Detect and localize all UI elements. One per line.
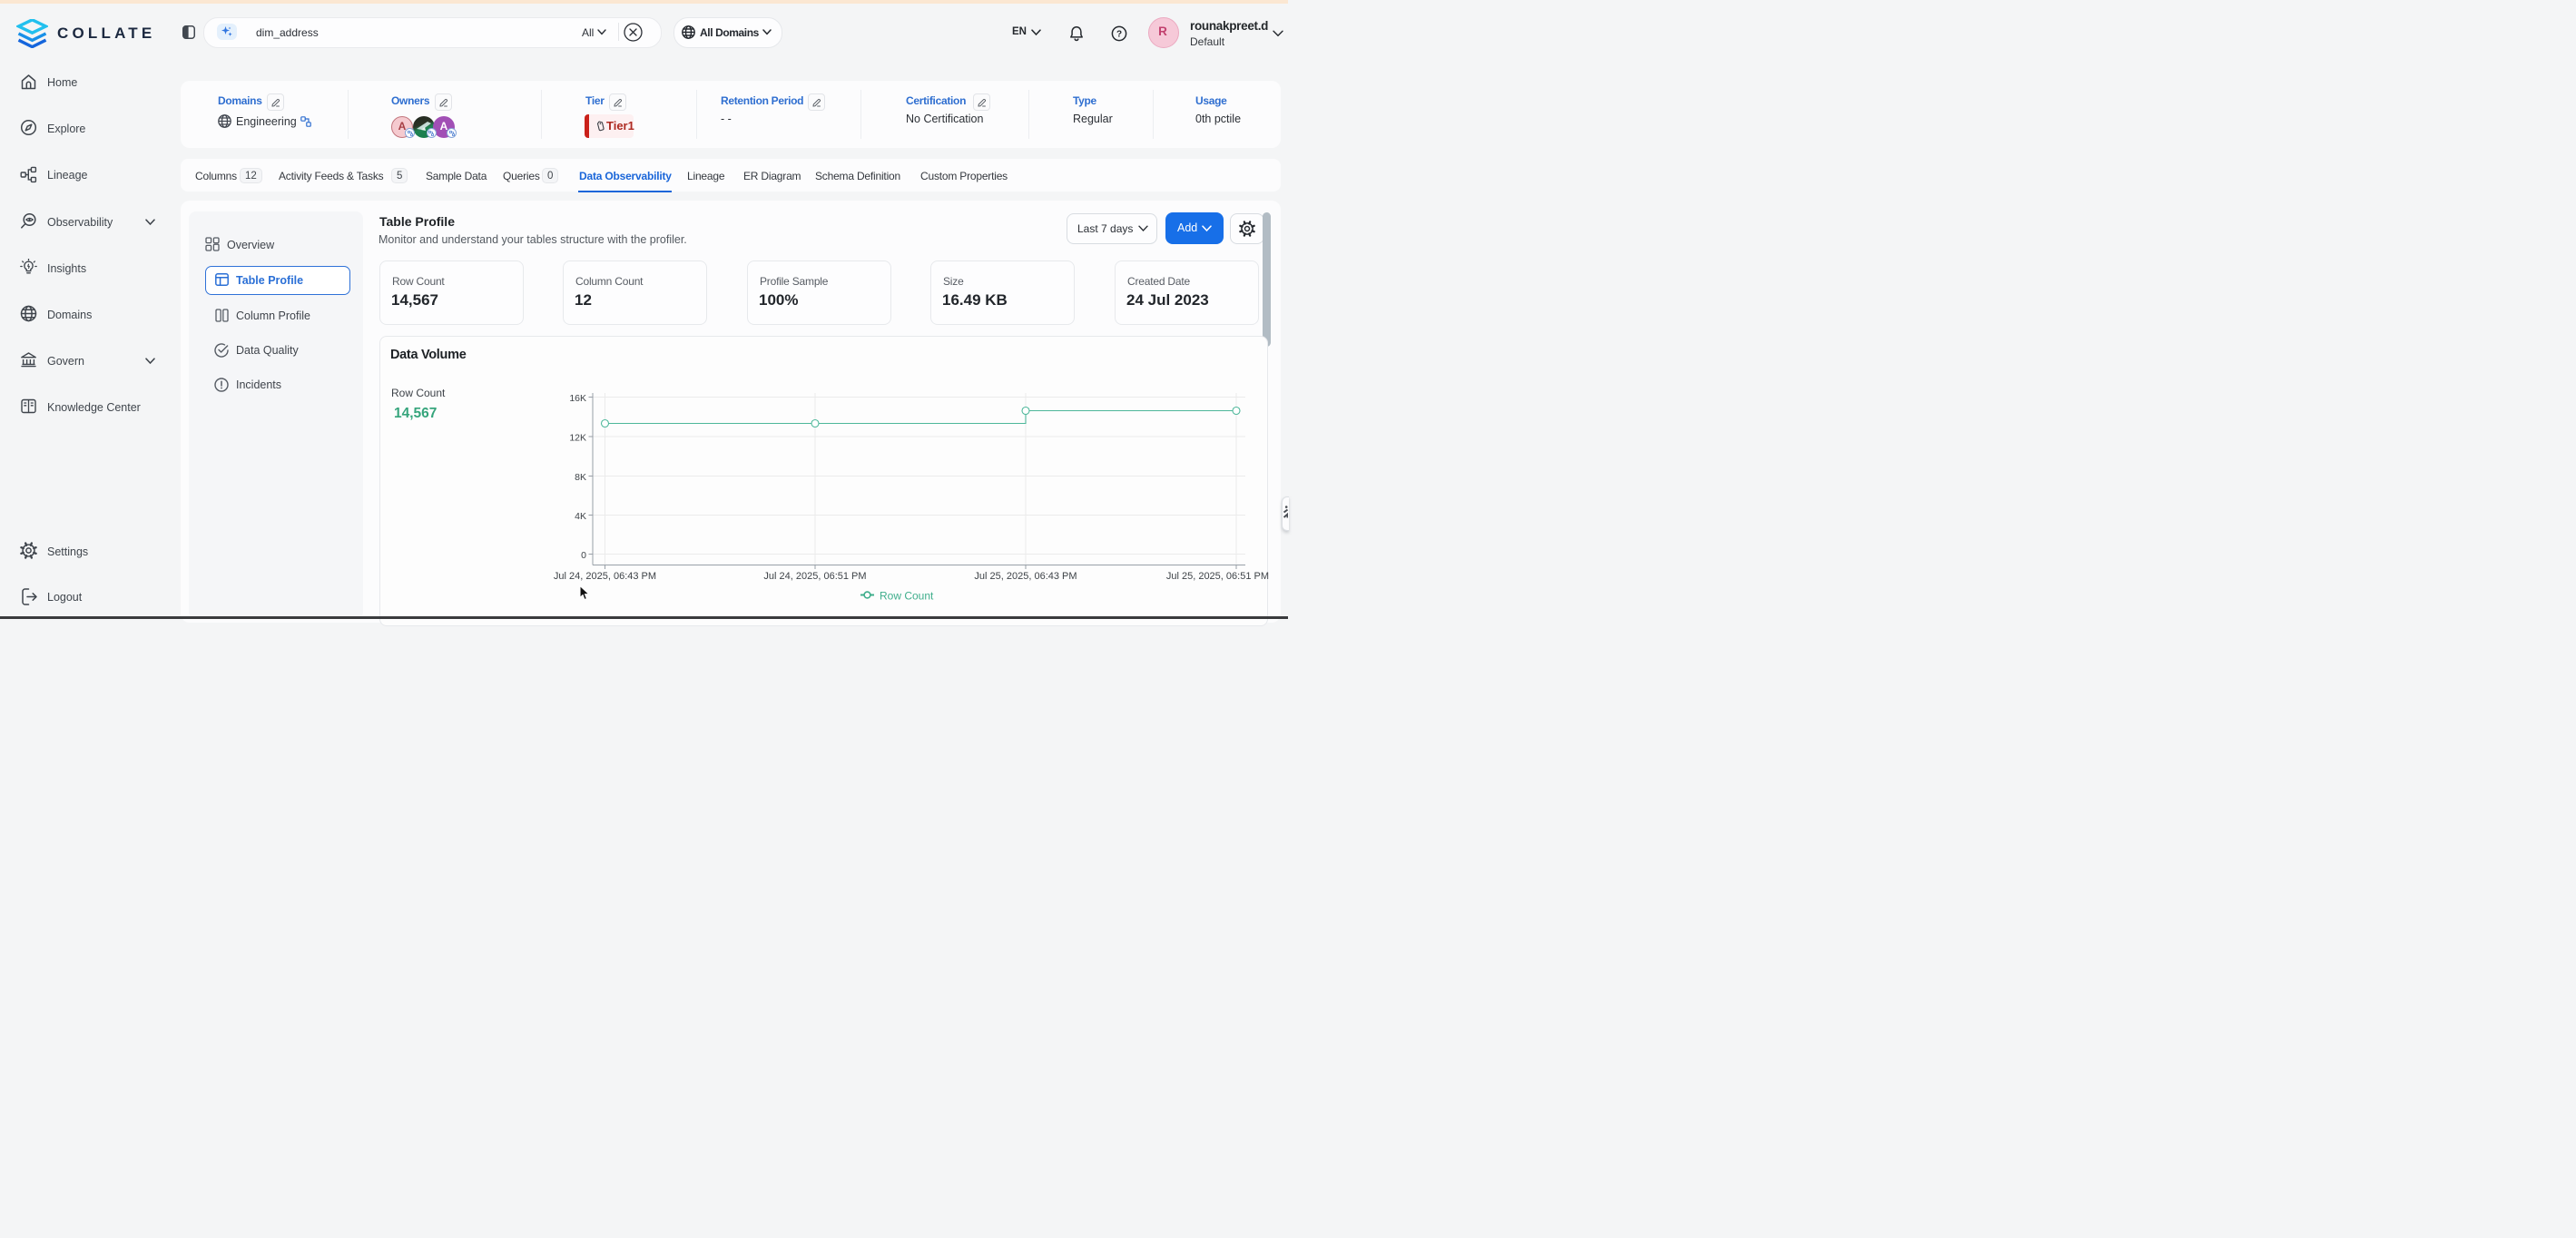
svg-text:Jul 25, 2025, 06:43 PM: Jul 25, 2025, 06:43 PM [974,571,1077,582]
svg-text:16K: 16K [569,393,586,404]
svg-text:Jul 24, 2025, 06:43 PM: Jul 24, 2025, 06:43 PM [554,571,656,582]
svg-text:4K: 4K [575,511,586,522]
svg-text:Row Count: Row Count [880,590,934,603]
svg-text:Jul 24, 2025, 06:51 PM: Jul 24, 2025, 06:51 PM [763,571,866,582]
svg-text:12K: 12K [569,433,586,444]
svg-text:8K: 8K [575,472,586,483]
svg-text:0: 0 [581,550,586,561]
svg-text:?: ? [1116,30,1122,40]
svg-text:Jul 25, 2025, 06:51 PM: Jul 25, 2025, 06:51 PM [1166,571,1269,582]
